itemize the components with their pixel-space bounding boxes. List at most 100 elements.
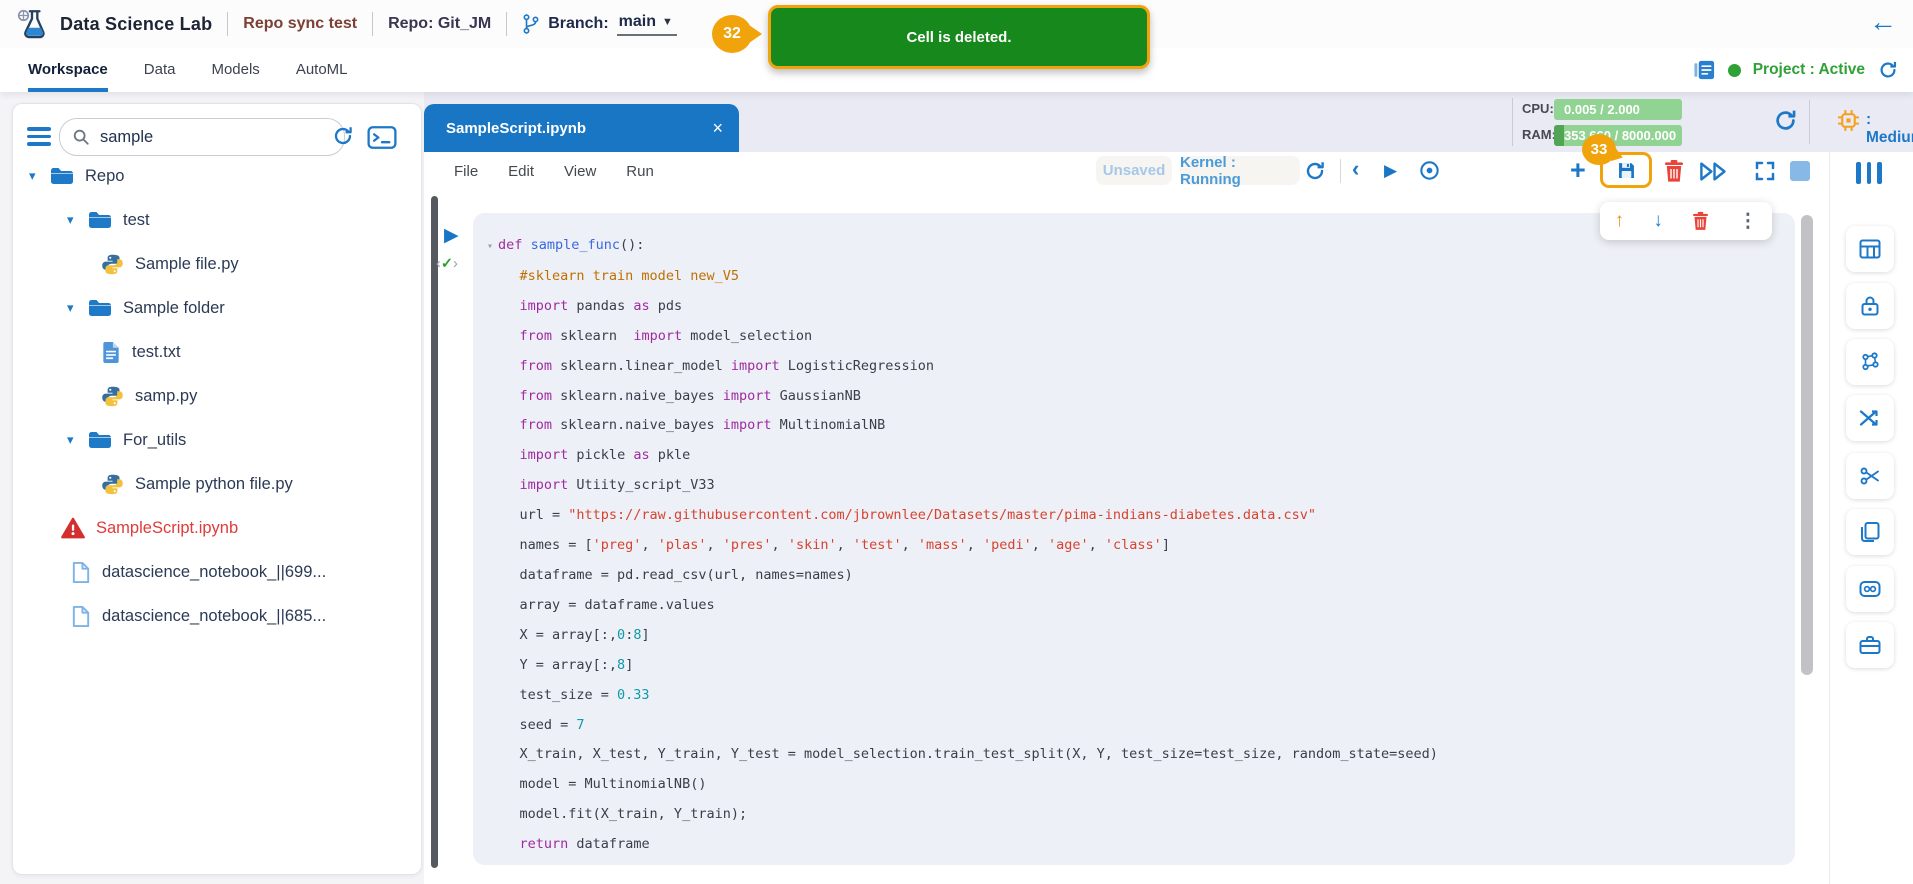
delete-cell-icon[interactable]: [1664, 159, 1684, 183]
tree-item-datascience-notebook-685[interactable]: datascience_notebook_||685...: [13, 594, 421, 638]
code-line[interactable]: X = array[:,0:8]: [487, 621, 1795, 651]
code-line[interactable]: import Utiity_script_V33: [487, 471, 1795, 501]
more-options-kebab-icon[interactable]: ⋮: [1738, 210, 1757, 233]
tab-automl[interactable]: AutoML: [296, 48, 348, 92]
stop-kernel-icon[interactable]: [1790, 161, 1810, 181]
code-line[interactable]: #sklearn train model new_V5: [487, 262, 1795, 292]
code-line[interactable]: seed = 7: [487, 711, 1795, 741]
lock-icon[interactable]: [1846, 283, 1894, 329]
kernel-status-badge: Kernel : Running: [1180, 154, 1300, 188]
run-cell-icon[interactable]: ▶: [1384, 161, 1397, 181]
code-line[interactable]: test_size = 0.33: [487, 681, 1795, 711]
menu-edit[interactable]: Edit: [508, 163, 534, 180]
textfile-icon: [101, 341, 121, 364]
chevron-down-icon: ▼: [662, 15, 673, 28]
code-line[interactable]: model.fit(X_train, Y_train);: [487, 800, 1795, 830]
code-cell[interactable]: ▾ def sample_func(): #sklearn train model…: [473, 213, 1795, 865]
chevron-down-icon[interactable]: ▾: [67, 432, 79, 448]
add-cell-icon[interactable]: +: [1570, 157, 1586, 184]
code-line[interactable]: names = ['preg', 'plas', 'pres', 'skin',…: [487, 531, 1795, 561]
toast-cell-deleted: Cell is deleted.: [768, 5, 1150, 69]
notebook-tab[interactable]: SampleScript.ipynb ×: [424, 104, 739, 152]
tree-item-samp-py[interactable]: samp.py: [13, 374, 421, 418]
tree-item-label: test.txt: [132, 342, 181, 361]
editor-scrollbar-thumb[interactable]: [1801, 215, 1813, 675]
run-settings-icon[interactable]: [1418, 159, 1441, 182]
data-table-icon[interactable]: [1846, 226, 1894, 272]
instance-size-label[interactable]: : Medium: [1866, 111, 1913, 147]
tree-item-sample-file-py[interactable]: Sample file.py: [13, 242, 421, 286]
tree-item-test[interactable]: ▾ test: [13, 198, 421, 242]
tree-item-sample-python-file-py[interactable]: Sample python file.py: [13, 462, 421, 506]
briefcase-icon[interactable]: [1846, 622, 1894, 668]
tree-item-repo[interactable]: ▾ Repo: [13, 154, 421, 198]
code-line[interactable]: model = MultinomialNB(): [487, 770, 1795, 800]
infinity-badge-icon[interactable]: [1846, 566, 1894, 612]
ml-network-icon[interactable]: [1846, 339, 1894, 385]
fullscreen-icon[interactable]: [1754, 160, 1776, 182]
refresh-tree-icon[interactable]: [331, 124, 355, 148]
divider: [227, 12, 229, 36]
add-tab-icon[interactable]: +: [720, 106, 736, 138]
code-line[interactable]: from sklearn.naive_bayes import Gaussian…: [487, 382, 1795, 412]
run-this-cell-icon[interactable]: ▶: [444, 226, 459, 245]
vertical-scrollbar[interactable]: [431, 196, 438, 868]
refresh-icon[interactable]: [1877, 59, 1899, 81]
tree-item-label: samp.py: [135, 386, 198, 405]
code-line[interactable]: from sklearn.naive_bayes import Multinom…: [487, 411, 1795, 441]
fold-caret-icon[interactable]: ▾: [487, 241, 493, 252]
code-line[interactable]: X_train, X_test, Y_train, Y_test = model…: [487, 740, 1795, 770]
ram-usage-pill: 353.660 / 8000.000: [1554, 125, 1682, 146]
chevron-down-icon[interactable]: ▾: [29, 168, 41, 184]
code-line[interactable]: dataframe = pd.read_csv(url, names=names…: [487, 561, 1795, 591]
code-line[interactable]: ▾ def sample_func():: [487, 231, 1795, 262]
project-status-label: Project : Active: [1752, 61, 1865, 78]
shuffle-icon[interactable]: [1846, 395, 1894, 441]
warning-icon: [61, 517, 85, 539]
copy-document-icon[interactable]: [1846, 509, 1894, 555]
code-line[interactable]: Y = array[:,8]: [487, 651, 1795, 681]
cell-executed-icon: ‹✓›: [436, 256, 458, 272]
tab-workspace[interactable]: Workspace: [28, 48, 108, 92]
menu-view[interactable]: View: [564, 163, 596, 180]
notebook-icon: [71, 605, 91, 628]
code-line[interactable]: from sklearn.linear_model import Logisti…: [487, 352, 1795, 382]
hamburger-menu-icon[interactable]: [27, 127, 51, 150]
code-line[interactable]: url = "https://raw.githubusercontent.com…: [487, 501, 1795, 531]
restart-kernel-icon[interactable]: [1303, 159, 1327, 183]
move-cell-down-icon[interactable]: ↓: [1653, 210, 1663, 232]
run-all-icon[interactable]: [1698, 161, 1730, 182]
chevron-down-icon[interactable]: ▾: [67, 212, 79, 228]
refresh-stats-icon[interactable]: [1772, 107, 1799, 134]
python-icon: [101, 473, 124, 496]
tree-item-samplescript-ipynb[interactable]: SampleScript.ipynb: [13, 506, 421, 550]
chevron-left-icon[interactable]: ‹: [1352, 158, 1359, 180]
back-arrow-icon[interactable]: ←: [1869, 8, 1897, 36]
report-icon[interactable]: [1693, 59, 1716, 81]
tree-item-label: Sample folder: [123, 298, 225, 317]
chevron-down-icon[interactable]: ▾: [67, 300, 79, 316]
search-input[interactable]: [98, 126, 292, 148]
code-line[interactable]: return dataframe: [487, 830, 1795, 860]
move-cell-up-icon[interactable]: ↑: [1615, 210, 1625, 232]
tree-item-test-txt[interactable]: test.txt: [13, 330, 421, 374]
divider: [1340, 159, 1341, 183]
code-line[interactable]: import pandas as pds: [487, 292, 1795, 322]
tree-item-datascience-notebook-699[interactable]: datascience_notebook_||699...: [13, 550, 421, 594]
divider: [506, 12, 508, 36]
tree-item-for-utils[interactable]: ▾ For_utils: [13, 418, 421, 462]
menu-run[interactable]: Run: [626, 163, 654, 180]
delete-cell-trash-icon[interactable]: [1692, 211, 1709, 231]
tab-data[interactable]: Data: [144, 48, 176, 92]
code-line[interactable]: array = dataframe.values: [487, 591, 1795, 621]
tree-item-sample-folder[interactable]: ▾ Sample folder: [13, 286, 421, 330]
terminal-icon[interactable]: [367, 126, 397, 149]
breadcrumb-repo-sync: Repo sync test: [243, 15, 358, 32]
scissors-icon[interactable]: [1846, 453, 1894, 499]
code-line[interactable]: from sklearn import model_selection: [487, 322, 1795, 352]
branch-selector[interactable]: Branch: main ▼: [522, 13, 677, 36]
layout-columns-icon[interactable]: [1856, 162, 1882, 184]
code-line[interactable]: import pickle as pkle: [487, 441, 1795, 471]
tab-models[interactable]: Models: [211, 48, 259, 92]
menu-file[interactable]: File: [454, 163, 478, 180]
